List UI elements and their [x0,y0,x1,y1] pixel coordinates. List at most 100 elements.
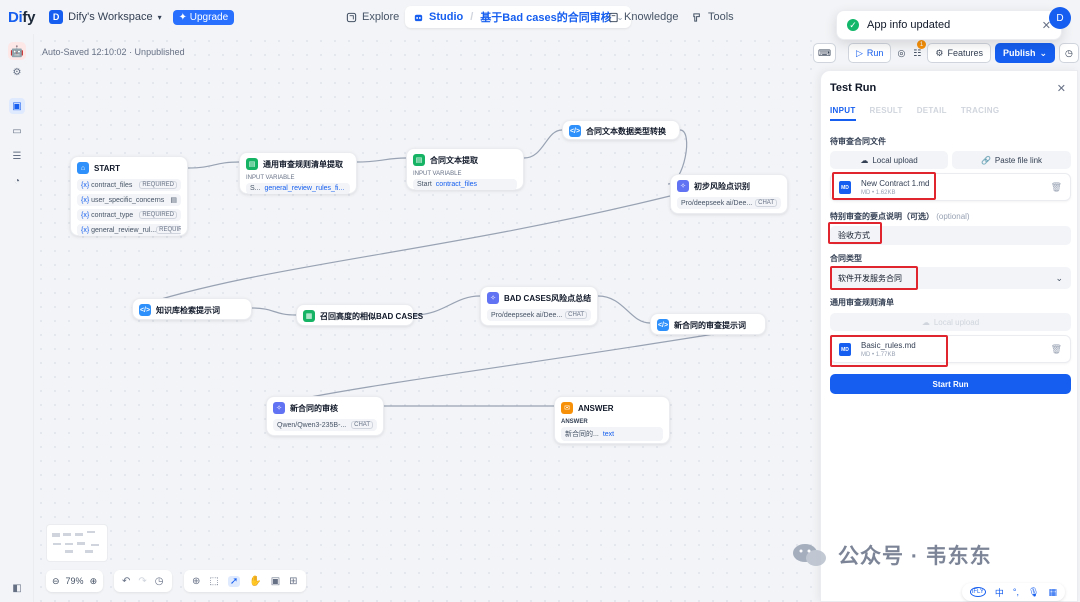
sparkle-icon: ✦ [178,11,190,23]
microphone-icon[interactable]: 🎙 [1028,587,1039,598]
zoom-in-icon[interactable]: ⊕ [90,576,98,587]
sliders-icon[interactable]: ⚙ [9,64,25,80]
node-type-convert[interactable]: </> 合同文本数据类型转换 [562,120,680,140]
tab-detail[interactable]: DETAIL [917,106,947,121]
node-retrieve-bad-cases[interactable]: ▦ 召回高度的相似BAD CASES [296,304,423,326]
workflow-icon[interactable]: ▣ [9,98,25,114]
panel-title: Test Run [830,82,877,94]
node-kb-prompt[interactable]: </> 知识库检索提示词 [132,298,252,320]
features-button[interactable]: ⚙ Features [927,43,991,63]
upgrade-button[interactable]: ✦ Upgrade [172,9,235,25]
workspace-switcher[interactable]: D Dify's Workspace ▾ ✦ Upgrade [49,9,235,25]
link-icon: 🔗 [980,155,991,165]
chevron-down-icon: ⌄ [1055,272,1063,283]
grid-icon[interactable]: ▦ [1048,587,1057,598]
paste-link-button[interactable]: 🔗 Paste file link [952,151,1071,169]
file-meta: MD • 1.62KB [861,190,896,196]
markdown-file-icon: MD [839,181,851,194]
nav-tools[interactable]: Tools [684,6,742,28]
nav-explore[interactable]: Explore [338,6,407,28]
answer-var: 新合同的... text [561,427,663,441]
dify-logo[interactable]: Dify [8,9,35,26]
note-icon[interactable]: ⬚ [209,576,218,587]
file-name: New Contract 1.md [861,179,930,188]
node-start[interactable]: ⌂ START {x} contract_files REQUIRED {x} us… [70,156,188,236]
tab-input[interactable]: INPUT [830,106,856,121]
hand-icon[interactable]: ✋ [249,576,261,587]
nav-studio[interactable]: Studio / 基于Bad cases的合同审核 ⌄ [405,6,632,28]
workflow-canvas[interactable]: Auto-Saved 12:10:02 · Unpublished ⌂ START… [34,34,820,602]
node-new-review[interactable]: ✧ 新合同的审核 Qwen/Qwen3-235B-... CHAT [266,396,384,436]
ime-language[interactable]: 中 [995,586,1004,599]
field-label: 特别审查的要点说明（可选） (optional) [830,212,970,221]
node-contract-extract[interactable]: ▤ 合同文本提取 INPUT VARIABLE Start contract_fil… [406,148,524,190]
minimap-preview [52,531,99,553]
chevron-down-icon: ▾ [157,12,162,22]
minimap[interactable] [46,524,108,562]
run-button[interactable]: ▷ Run [848,43,892,63]
start-var-2: {x} user_specific_concerns ▤ [77,194,181,206]
export-image-icon[interactable]: ▣ [271,576,280,587]
tab-tracing[interactable]: TRACING [961,106,1000,121]
publish-button[interactable]: Publish ⌄ [994,43,1056,63]
node-rules-extract[interactable]: ▤ 通用审查规则清单提取 INPUT VARIABLE S... general_r… [239,152,357,194]
tab-result[interactable]: RESULT [870,106,903,121]
history-icon[interactable]: ◷ [1059,43,1079,63]
start-run-button[interactable]: Start Run [830,374,1071,394]
node-model: Pro/deepseek ai/Dee... CHAT [677,197,781,209]
env-icon[interactable]: ⌨ [813,43,836,63]
history-controls: ↶ ↷ ◷ [114,570,172,592]
robot-icon [414,14,423,21]
hammer-icon [693,12,700,22]
dots-icon[interactable]: °, [1013,587,1019,597]
add-node-icon[interactable]: ⊕ [192,576,200,587]
node-answer[interactable]: ✉ ANSWER ANSWER 新合同的... text [554,396,670,444]
pointer-icon[interactable]: ➚ [227,575,241,587]
compass-icon [346,12,357,22]
doc-extract-icon: ▤ [413,154,425,166]
local-upload-button-disabled: ☁ Local upload [830,313,1071,331]
node-bad-cases-summary[interactable]: ✧ BAD CASES风险点总结 Pro/deepseek ai/Dee... CH… [480,286,598,326]
organize-icon[interactable]: ⊞ [289,576,297,587]
app-name: 基于Bad cases的合同审核 [480,12,612,24]
focus-points-input[interactable]: 验收方式 [830,226,1071,245]
node-risk-identify[interactable]: ✧ 初步风险点识别 Pro/deepseek ai/Dee... CHAT [670,174,788,214]
header-actions: ⌨ ▷ Run ◎ ☷ ⚙ Features Publish ⌄ ◷ [813,43,1079,63]
markdown-file-icon: MD [839,343,851,356]
home-icon: ⌂ [77,162,89,174]
llm-icon: ✧ [487,292,499,304]
node-model: Pro/deepseek ai/Dee... CHAT [487,309,591,321]
zoom-level[interactable]: 79% [66,576,84,586]
node-input-var: Start contract_files [413,179,517,190]
expand-sidebar-icon[interactable]: ◧ [9,580,25,596]
nav-knowledge[interactable]: Knowledge [600,6,686,28]
canvas-tools: ⊕ ⬚ ➚ ✋ ▣ ⊞ [184,570,306,592]
monitor-icon[interactable]: ◔ [9,173,25,189]
wechat-icon [793,544,826,566]
field-label: 待审查合同文件 [830,137,886,146]
watermark: 公众号 · 韦东东 [790,540,992,570]
close-icon[interactable]: ✕ [1057,82,1066,95]
features-badge: 1 [917,40,926,49]
contract-type-select[interactable]: 软件开发服务合同 ⌄ [830,267,1071,289]
trash-icon[interactable]: 🗑 [1051,344,1062,355]
checklist-icon[interactable]: ◎ [895,43,907,63]
field-label: 通用审查规则清单 [830,298,894,307]
trash-icon[interactable]: 🗑 [1051,182,1062,193]
terminal-icon[interactable]: ▭ [9,123,25,139]
node-input-var: S... general_review_rules_fi... [246,183,350,194]
redo-icon[interactable]: ↷ [138,576,146,587]
local-upload-button[interactable]: ☁ Local upload [830,151,948,169]
features-icon: ⚙ [935,47,944,58]
node-new-prompt[interactable]: </> 新合同的审查提示词 [650,313,766,335]
user-avatar[interactable]: D [1049,7,1071,29]
code-icon: </> [569,125,581,137]
logs-icon[interactable]: ☰ [9,148,25,164]
check-circle-icon: ✓ [847,19,859,31]
app-icon[interactable]: 🤖 [8,42,26,60]
history-icon[interactable]: ◷ [155,576,164,587]
zoom-out-icon[interactable]: ⊖ [52,576,60,587]
undo-icon[interactable]: ↶ [122,576,130,587]
ime-logo-icon[interactable]: iFLY [970,587,986,597]
doc-extract-icon: ▤ [246,158,258,170]
